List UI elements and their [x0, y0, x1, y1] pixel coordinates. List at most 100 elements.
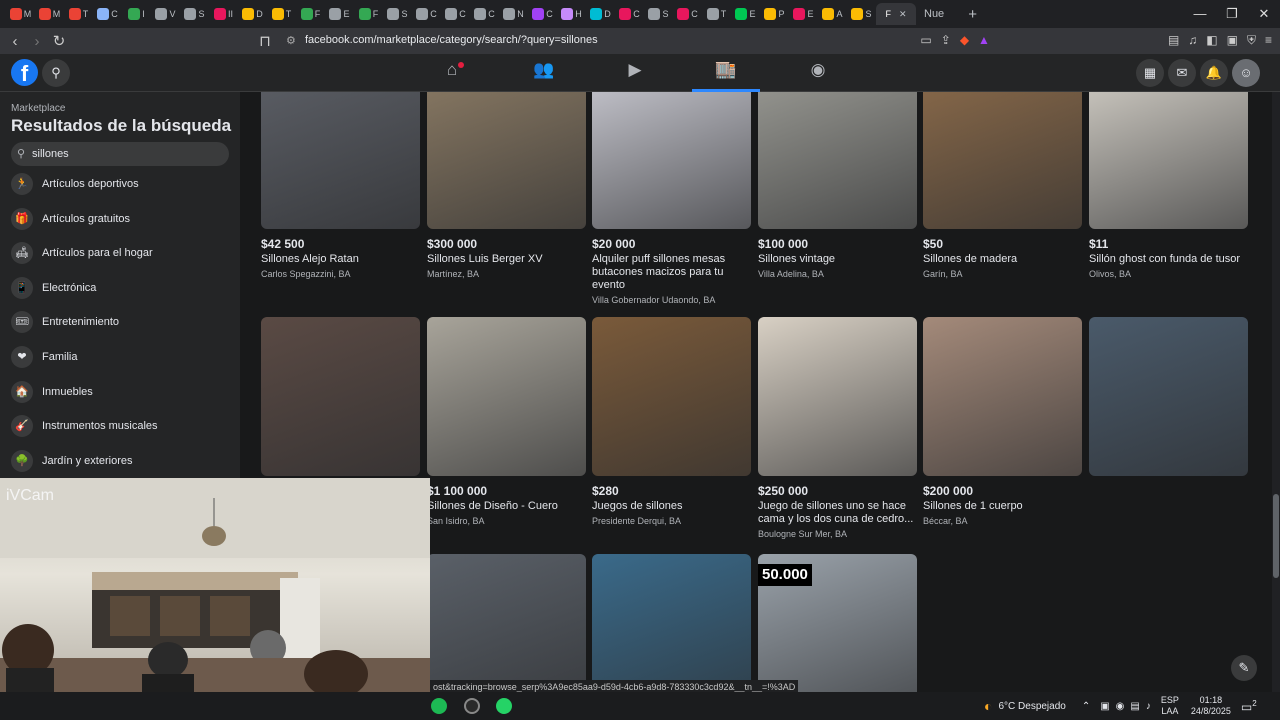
search-input[interactable]: ⚲ sillones: [11, 142, 229, 166]
listing-photo[interactable]: [592, 317, 751, 476]
listing-title[interactable]: Sillones Alejo Ratan: [261, 253, 420, 266]
listing-title[interactable]: Sillones de madera: [923, 253, 1082, 266]
listing-photo[interactable]: [923, 317, 1082, 476]
browser-tab[interactable]: T: [64, 3, 93, 25]
listing-card[interactable]: $11 Sillón ghost con funda de tusor Olivos…: [1089, 92, 1248, 279]
brave-shield-icon[interactable]: ◆: [960, 33, 969, 48]
browser-tab[interactable]: I: [122, 3, 151, 25]
home-icon[interactable]: ⌂: [432, 60, 472, 86]
category-item[interactable]: 🎟 Entretenimiento: [11, 308, 119, 336]
notifications-icon[interactable]: ▭2: [1241, 699, 1257, 714]
browser-tab[interactable]: T: [702, 3, 731, 25]
listing-title[interactable]: Sillones vintage: [758, 253, 917, 266]
browser-tab[interactable]: M: [6, 3, 35, 25]
obs-icon[interactable]: [464, 698, 480, 714]
avatar[interactable]: ☺: [1232, 59, 1260, 87]
category-item[interactable]: 🌳 Jardín y exteriores: [11, 447, 132, 475]
whatsapp-icon[interactable]: [496, 698, 512, 714]
category-item[interactable]: 🏠 Inmuebles: [11, 378, 93, 406]
browser-tab[interactable]: F: [354, 3, 383, 25]
listing-card[interactable]: [427, 554, 586, 692]
listing-card[interactable]: $300 000 Sillones Luis Berger XV Martínez,…: [427, 92, 586, 279]
new-tab-label[interactable]: Nue: [924, 8, 944, 20]
category-item[interactable]: ❤ Familia: [11, 343, 77, 371]
listing-photo[interactable]: [758, 317, 917, 476]
listing-photo[interactable]: [758, 92, 917, 229]
tray-icons[interactable]: ▣◉▤♪: [1100, 701, 1157, 712]
rewards-icon[interactable]: ▲: [978, 33, 990, 48]
listing-photo[interactable]: [261, 92, 420, 229]
browser-tab[interactable]: E: [731, 3, 760, 25]
reader-icon[interactable]: ▤: [1168, 33, 1179, 48]
listing-photo[interactable]: [261, 317, 420, 476]
listing-photo[interactable]: [1089, 92, 1248, 229]
friends-icon[interactable]: 👥: [524, 60, 564, 86]
listing-photo[interactable]: [592, 92, 751, 229]
minimize-icon[interactable]: —: [1184, 0, 1216, 28]
browser-tab[interactable]: S: [847, 3, 876, 25]
browser-tab[interactable]: E: [325, 3, 354, 25]
listing-card[interactable]: $1 100 000 Sillones de Diseño - Cuero San …: [427, 317, 586, 526]
close-icon[interactable]: ✕: [1248, 0, 1280, 28]
browser-tab[interactable]: C: [412, 3, 441, 25]
listing-photo[interactable]: $148.000: [592, 554, 751, 692]
browser-tab[interactable]: C: [673, 3, 702, 25]
facebook-logo-icon[interactable]: f: [11, 59, 38, 86]
browser-tab[interactable]: F: [296, 3, 325, 25]
listing-card[interactable]: $50 Sillones de madera Garín, BA: [923, 92, 1082, 279]
listing-title[interactable]: Sillón ghost con funda de tusor: [1089, 253, 1248, 266]
marketplace-icon[interactable]: 🏬: [692, 60, 760, 92]
spotify-icon[interactable]: [431, 698, 447, 714]
listing-photo[interactable]: [427, 92, 586, 229]
weather-text[interactable]: 6°C Despejado: [998, 701, 1065, 712]
language-indicator[interactable]: ESP LAA: [1161, 695, 1179, 717]
scrollbar-thumb[interactable]: [1273, 494, 1279, 578]
listing-card[interactable]: $200 000 Sillones de 1 cuerpo Béccar, BA: [923, 317, 1082, 526]
category-item[interactable]: 🛋 Artículos para el hogar: [11, 239, 153, 267]
tab-close-icon[interactable]: ✕: [899, 9, 907, 20]
weather-icon[interactable]: ◐: [984, 698, 992, 714]
listing-title[interactable]: Juego de sillones uno se hace cama y los…: [758, 500, 917, 526]
url-field[interactable]: facebook.com/marketplace/category/search…: [305, 34, 598, 46]
listing-card[interactable]: 50.000: [758, 554, 917, 692]
browser-tab[interactable]: D: [586, 3, 615, 25]
listing-title[interactable]: Sillones de 1 cuerpo: [923, 500, 1082, 513]
category-item[interactable]: 🎁 Artículos gratuitos: [11, 205, 130, 233]
browser-tab[interactable]: C: [470, 3, 499, 25]
forward-icon[interactable]: ›: [26, 33, 48, 50]
browser-tab[interactable]: A: [818, 3, 847, 25]
back-icon[interactable]: ‹: [4, 33, 26, 50]
browser-tab[interactable]: S: [644, 3, 673, 25]
browser-tab[interactable]: M: [35, 3, 64, 25]
listing-photo[interactable]: [1089, 317, 1248, 476]
browser-tab-active[interactable]: F ✕: [876, 3, 916, 25]
browser-tab[interactable]: C: [528, 3, 557, 25]
restore-icon[interactable]: ❐: [1216, 0, 1248, 28]
sidebar-icon[interactable]: ◧: [1206, 33, 1217, 48]
clock[interactable]: 01:18 24/8/2025: [1191, 695, 1231, 717]
listing-card[interactable]: [1089, 317, 1248, 476]
category-item[interactable]: 🎸 Instrumentos musicales: [11, 412, 158, 440]
listing-photo[interactable]: 50.000: [758, 554, 917, 692]
listing-title[interactable]: Sillones Luis Berger XV: [427, 253, 586, 266]
install-icon[interactable]: ▭: [920, 33, 931, 48]
vpn-icon[interactable]: ⛨: [1247, 33, 1256, 48]
listing-card[interactable]: $42 500 Sillones Alejo Ratan Carlos Spegaz…: [261, 92, 420, 279]
browser-tab[interactable]: T: [267, 3, 296, 25]
browser-tab[interactable]: P: [760, 3, 789, 25]
breadcrumb[interactable]: Marketplace: [11, 103, 65, 114]
browser-tab[interactable]: N: [499, 3, 528, 25]
listing-title[interactable]: Juegos de sillones: [592, 500, 751, 513]
messenger-icon[interactable]: ✉: [1168, 59, 1196, 87]
category-item[interactable]: 📱 Electrónica: [11, 274, 96, 302]
browser-tab[interactable]: C: [615, 3, 644, 25]
browser-tab[interactable]: S: [180, 3, 209, 25]
watch-icon[interactable]: ▶: [615, 60, 655, 86]
listing-photo[interactable]: [427, 317, 586, 476]
listing-card[interactable]: $20 000 Alquiler puff sillones mesas buta…: [592, 92, 751, 305]
browser-tab[interactable]: V: [151, 3, 180, 25]
share-icon[interactable]: ⇪: [941, 33, 951, 48]
browser-tab[interactable]: II: [209, 3, 238, 25]
notifications-icon[interactable]: 🔔: [1200, 59, 1228, 87]
listing-card[interactable]: $250 000 Juego de sillones uno se hace ca…: [758, 317, 917, 539]
